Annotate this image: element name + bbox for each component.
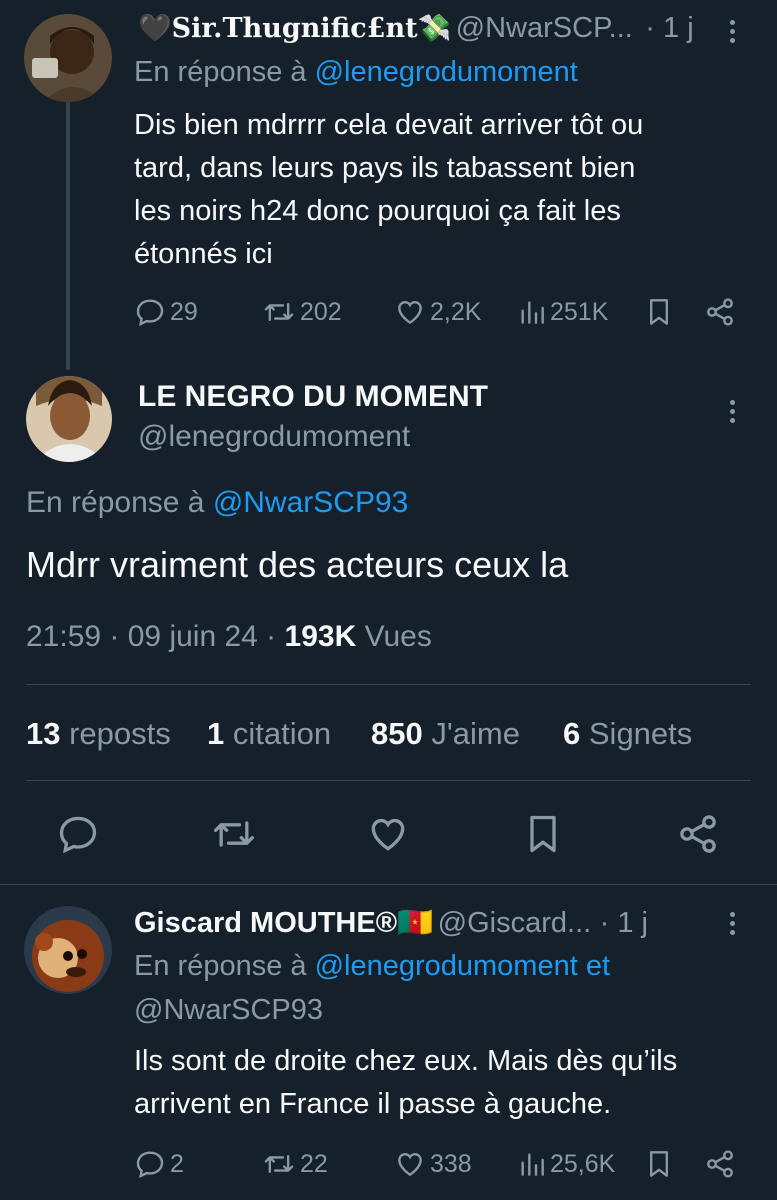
repost-count: 22 bbox=[300, 1149, 328, 1178]
bookmark-button[interactable] bbox=[646, 296, 672, 328]
share-button[interactable] bbox=[676, 812, 720, 856]
repost-icon bbox=[264, 302, 294, 322]
reply-button[interactable]: 29 bbox=[134, 296, 198, 328]
reply-prefix: En réponse à bbox=[134, 950, 307, 982]
repost-button[interactable] bbox=[210, 812, 258, 856]
avatar[interactable] bbox=[24, 906, 112, 994]
reply-context: En réponse à @lenegrodumoment bbox=[134, 56, 578, 89]
reply-button[interactable] bbox=[56, 812, 100, 856]
text-line: Dis bien mdrrrr cela devait arriver tôt … bbox=[134, 109, 644, 141]
display-name[interactable]: Giscard MOUTHE®🇨🇲 bbox=[134, 907, 433, 939]
quotes-label: citation bbox=[232, 716, 332, 751]
display-name[interactable]: LE NEGRO DU MOMENT bbox=[138, 380, 488, 414]
views-count: 251K bbox=[550, 297, 609, 326]
divider bbox=[26, 684, 751, 685]
like-button[interactable]: 2,2K bbox=[394, 296, 481, 328]
bookmark-button[interactable] bbox=[524, 812, 562, 856]
tweet3-header: Giscard MOUTHE®🇨🇲 @Giscard... · 1 j bbox=[134, 906, 648, 940]
reposts-stat[interactable]: 13 reposts bbox=[26, 716, 171, 752]
repost-button[interactable]: 22 bbox=[262, 1148, 328, 1180]
views-icon bbox=[521, 1153, 544, 1176]
timestamp: · 1 j bbox=[645, 12, 694, 44]
like-button[interactable] bbox=[366, 812, 410, 856]
bookmarks-label: Signets bbox=[588, 716, 693, 751]
tweet-text: Dis bien mdrrrr cela devait arriver tôt … bbox=[134, 104, 643, 276]
reply-context: En réponse à @lenegrodumoment et bbox=[134, 950, 610, 983]
tweet-meta: 21:59 · 09 juin 24 · 193K Vues bbox=[26, 620, 432, 654]
bookmark-icon bbox=[530, 815, 556, 853]
bookmark-icon bbox=[650, 1151, 668, 1177]
timestamp: · 1 j bbox=[599, 907, 648, 939]
handle[interactable]: @lenegrodumoment bbox=[138, 420, 410, 454]
reply-mention[interactable]: @NwarSCP93 bbox=[213, 486, 409, 519]
likes-count: 850 bbox=[371, 716, 423, 751]
like-button[interactable]: 338 bbox=[394, 1148, 472, 1180]
views-label: Vues bbox=[364, 620, 432, 653]
reply-button[interactable]: 2 bbox=[134, 1148, 184, 1180]
divider bbox=[26, 780, 751, 781]
bookmark-button[interactable] bbox=[646, 1148, 672, 1180]
handle[interactable]: @NwarSCP... bbox=[456, 12, 633, 44]
reply-count: 29 bbox=[170, 297, 198, 326]
reply-icon bbox=[59, 816, 97, 854]
reposts-label: reposts bbox=[69, 716, 171, 751]
repost-icon bbox=[264, 1154, 294, 1174]
reply-context: En réponse à @NwarSCP93 bbox=[26, 486, 408, 520]
likes-label: J'aime bbox=[431, 716, 520, 751]
share-icon bbox=[707, 1150, 733, 1178]
bookmarks-count: 6 bbox=[563, 716, 581, 751]
like-icon bbox=[398, 301, 422, 325]
reply-count: 2 bbox=[170, 1149, 184, 1178]
share-button[interactable] bbox=[704, 1148, 736, 1180]
reply-mention[interactable]: @lenegrodumoment et bbox=[315, 950, 610, 982]
text-line: Ils sont de droite chez eux. Mais dès qu… bbox=[134, 1045, 678, 1077]
thread-line bbox=[66, 100, 70, 370]
timestamp[interactable]: 21:59 · 09 juin 24 · bbox=[26, 620, 276, 653]
like-count: 2,2K bbox=[430, 297, 482, 326]
more-icon[interactable] bbox=[730, 400, 738, 427]
like-icon bbox=[398, 1153, 422, 1177]
reposts-count: 13 bbox=[26, 716, 61, 751]
views-button[interactable]: 25,6K bbox=[518, 1148, 615, 1180]
text-line: arrivent en France il passe à gauche. bbox=[134, 1088, 612, 1120]
quotes-stat[interactable]: 1 citation bbox=[207, 716, 331, 752]
text-line: les noirs h24 donc pourquoi ça fait les bbox=[134, 195, 621, 227]
display-name[interactable]: 🖤Sir.Thugnific£nt💸 bbox=[138, 13, 451, 44]
repost-count: 202 bbox=[300, 297, 342, 326]
text-line: tard, dans leurs pays ils tabassent bien bbox=[134, 152, 636, 184]
more-icon[interactable] bbox=[730, 912, 738, 939]
quotes-count: 1 bbox=[207, 716, 225, 751]
reply-prefix: En réponse à bbox=[134, 56, 307, 88]
likes-stat[interactable]: 850 J'aime bbox=[371, 716, 520, 752]
like-count: 338 bbox=[430, 1149, 472, 1178]
tweet1-header: 🖤Sir.Thugnific£nt💸 @NwarSCP... · 1 j bbox=[138, 12, 694, 45]
repost-button[interactable]: 202 bbox=[262, 296, 342, 328]
views-count: 25,6K bbox=[550, 1149, 616, 1178]
handle[interactable]: @Giscard... bbox=[438, 907, 592, 939]
like-icon bbox=[371, 819, 405, 851]
avatar[interactable] bbox=[24, 14, 112, 102]
divider bbox=[0, 884, 777, 885]
text-line: étonnés ici bbox=[134, 238, 273, 270]
views-count: 193K bbox=[284, 620, 357, 653]
bookmark-icon bbox=[650, 299, 668, 325]
reply-mention[interactable]: @NwarSCP93 bbox=[134, 994, 323, 1027]
avatar[interactable] bbox=[26, 376, 112, 462]
share-icon bbox=[680, 815, 716, 853]
tweet-text: Ils sont de droite chez eux. Mais dès qu… bbox=[134, 1040, 677, 1126]
views-button[interactable]: 251K bbox=[518, 296, 608, 328]
views-icon bbox=[521, 301, 544, 324]
tweet-text: Mdrr vraiment des acteurs ceux la bbox=[26, 544, 569, 585]
reply-prefix: En réponse à bbox=[26, 486, 205, 519]
share-icon bbox=[707, 298, 733, 326]
reply-mention[interactable]: @lenegrodumoment bbox=[315, 56, 578, 88]
reply-icon bbox=[136, 299, 164, 327]
reply-icon bbox=[136, 1151, 164, 1179]
repost-icon bbox=[214, 821, 254, 847]
bookmarks-stat[interactable]: 6 Signets bbox=[563, 716, 692, 752]
more-icon[interactable] bbox=[730, 20, 738, 47]
share-button[interactable] bbox=[704, 296, 736, 328]
